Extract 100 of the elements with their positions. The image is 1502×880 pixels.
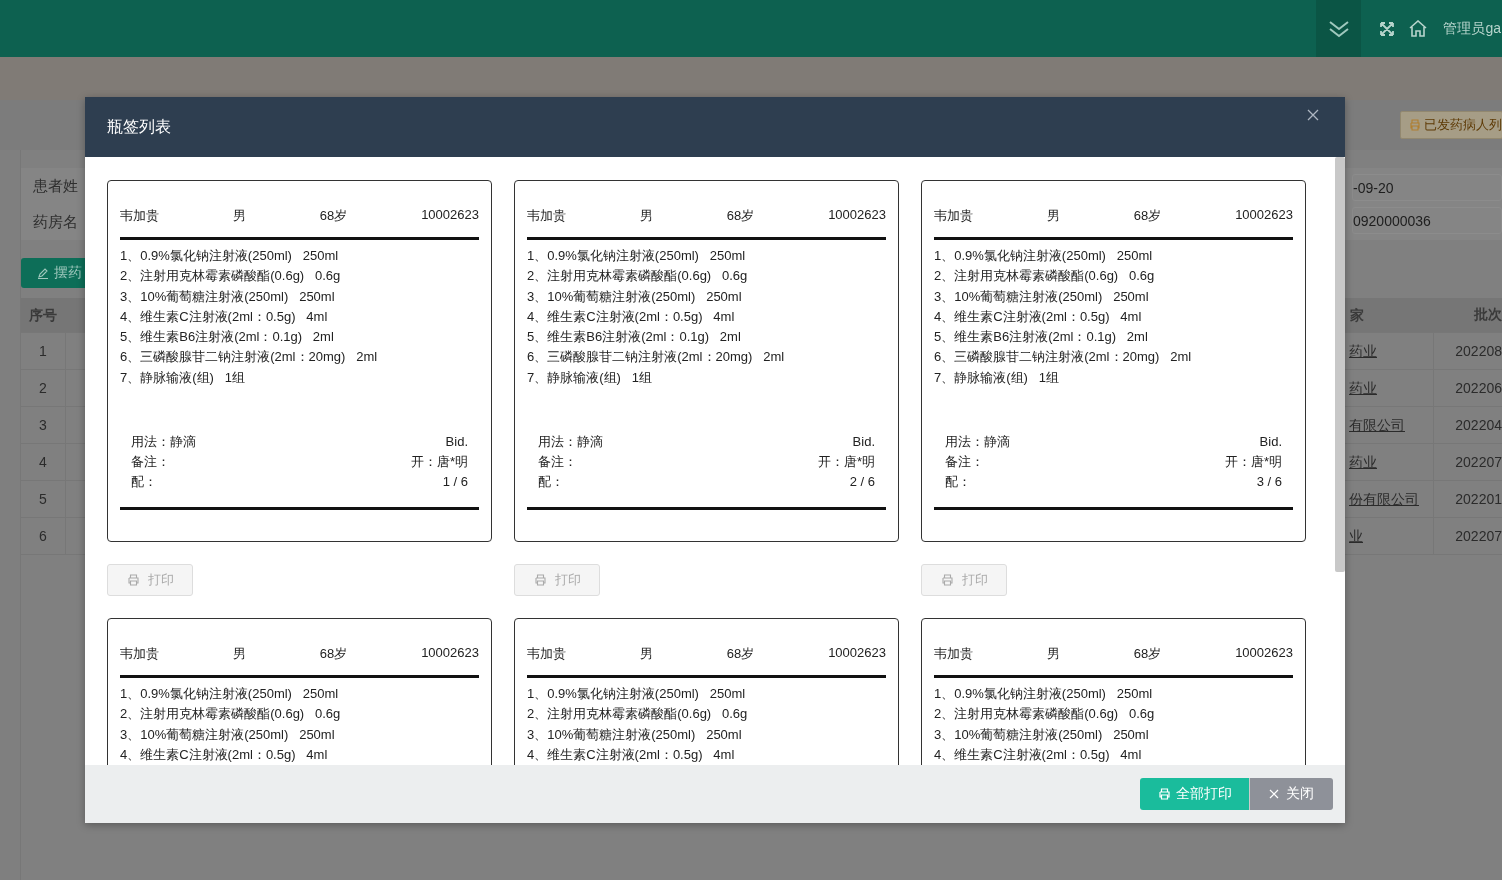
dispenser-label: 配： (945, 473, 971, 491)
patient-number: 10002623 (421, 207, 479, 224)
medicine-line: 4、维生素C注射液(2ml：0.5g) 4ml (527, 745, 736, 764)
printer-icon (1157, 788, 1171, 800)
column-header: 家 (1349, 306, 1365, 325)
patient-name: 韦加贵 (120, 645, 159, 663)
medicine-line: 4、维生素C注射液(2ml：0.5g) 4ml (120, 307, 329, 326)
medicine-line: 2、注射用克林霉素磷酸酯(0.6g) 0.6g (934, 705, 1156, 724)
patient-age: 68岁 (1133, 645, 1162, 663)
medicine-line: 5、维生素B6注射液(2ml：0.1g) 2ml (934, 328, 1149, 347)
usage-text: 用法：静滴 (538, 433, 603, 451)
medicine-line: 1、0.9%氯化钠注射液(250ml) 250ml (527, 685, 747, 703)
dialog-title: 瓶签列表 (107, 116, 171, 137)
medicine-line: 1、0.9%氯化钠注射液(250ml) 250ml (934, 685, 1154, 703)
medicine-line: 3、10%葡萄糖注射液(250ml) 250ml (527, 725, 743, 744)
close-icon (1269, 789, 1279, 799)
remark-label: 备注： (131, 453, 170, 471)
medicine-line: 3、10%葡萄糖注射液(250ml) 250ml (120, 287, 336, 306)
remark-label: 备注： (945, 453, 984, 471)
table-cell: 5 (21, 481, 66, 517)
medicine-line: 1、0.9%氯化钠注射液(250ml) 250ml (934, 247, 1154, 265)
user-name[interactable]: 管理员ga (1443, 19, 1501, 38)
medicine-line: 7、静脉输液(组) 1组 (934, 368, 1060, 387)
scrollbar[interactable] (1335, 157, 1345, 572)
table-cell: 3 (21, 407, 66, 443)
table-cell-text: 202204 (1454, 417, 1502, 433)
medicine-line: 3、10%葡萄糖注射液(250ml) 250ml (120, 725, 336, 744)
patient-name: 韦加贵 (527, 207, 566, 225)
medicine-line: 4、维生素C注射液(2ml：0.5g) 4ml (934, 745, 1143, 764)
home-icon[interactable] (1409, 20, 1428, 37)
frequency-text: Bid. (852, 433, 875, 451)
table-cell: 6 (21, 518, 66, 554)
table-cell-text: 202207 (1454, 454, 1502, 470)
medicine-line: 2、注射用克林霉素磷酸酯(0.6g) 0.6g (527, 267, 749, 286)
print-all-button[interactable]: 全部打印 (1140, 778, 1249, 810)
close-button[interactable]: 关闭 (1249, 778, 1333, 810)
usage-text: 用法：静滴 (945, 433, 1010, 451)
dispenser-label: 配： (131, 473, 157, 491)
patient-number: 10002623 (828, 645, 886, 662)
printer-icon (1409, 119, 1421, 131)
fullscreen-icon[interactable] (1379, 20, 1396, 37)
patient-number: 10002623 (1235, 645, 1293, 662)
patient-number: 10002623 (421, 645, 479, 662)
collapse-button[interactable] (1316, 0, 1362, 57)
prescriber-text: 开：唐*明 (817, 453, 875, 471)
patient-number: 10002623 (1235, 207, 1293, 224)
patient-age: 68岁 (319, 645, 348, 663)
patient-gender: 男 (639, 645, 653, 663)
medicine-line: 6、三磷酸腺苷二钠注射液(2ml：20mg) 2ml (527, 348, 786, 367)
table-cell-text: 202208 (1454, 343, 1502, 359)
printer-icon (126, 574, 140, 586)
table-cell: 1 (21, 333, 66, 369)
medicine-line: 6、三磷酸腺苷二钠注射液(2ml：20mg) 2ml (934, 348, 1193, 367)
column-header: 批次 (1473, 306, 1502, 324)
close-icon[interactable] (1307, 109, 1319, 121)
column-header: 序号 (28, 306, 58, 325)
medicine-line: 2、注射用克林霉素磷酸酯(0.6g) 0.6g (527, 705, 749, 724)
medicine-line: 2、注射用克林霉素磷酸酯(0.6g) 0.6g (120, 267, 342, 286)
table-cell-text: 202201 (1454, 491, 1502, 507)
patient-age: 68岁 (726, 207, 755, 225)
form-label: 患者姓 (33, 176, 78, 196)
page-count: 1 / 6 (442, 473, 468, 491)
table-cell-text: 202206 (1454, 380, 1502, 396)
page-count: 3 / 6 (1256, 473, 1282, 491)
form-label: 药房名 (33, 212, 78, 232)
page-count: 2 / 6 (849, 473, 875, 491)
patient-gender: 男 (1046, 207, 1060, 225)
medicine-line: 2、注射用克林霉素磷酸酯(0.6g) 0.6g (120, 705, 342, 724)
patient-number: 10002623 (828, 207, 886, 224)
medicine-line: 3、10%葡萄糖注射液(250ml) 250ml (934, 725, 1150, 744)
table-cell-text: 202207 (1454, 528, 1502, 544)
pencil-icon (37, 267, 49, 279)
medicine-line: 1、0.9%氯化钠注射液(250ml) 250ml (120, 247, 340, 265)
medicine-line: 5、维生素B6注射液(2ml：0.1g) 2ml (527, 328, 742, 347)
medicine-line: 7、静脉输液(组) 1组 (120, 368, 246, 387)
dispensed-list-button[interactable]: 已发药病人列 (1400, 111, 1502, 139)
medicine-line: 4、维生素C注射液(2ml：0.5g) 4ml (934, 307, 1143, 326)
patient-gender: 男 (639, 207, 653, 225)
patient-name: 韦加贵 (934, 207, 973, 225)
patient-age: 68岁 (319, 207, 348, 225)
remark-label: 备注： (538, 453, 577, 471)
printer-icon (533, 574, 547, 586)
patient-gender: 男 (232, 645, 246, 663)
table-cell: 4 (21, 444, 66, 480)
medicine-line: 4、维生素C注射液(2ml：0.5g) 4ml (120, 745, 329, 764)
input-field[interactable]: 0920000036 (1352, 207, 1502, 234)
medicine-line: 7、静脉输液(组) 1组 (527, 368, 653, 387)
patient-name: 韦加贵 (527, 645, 566, 663)
medicine-line: 3、10%葡萄糖注射液(250ml) 250ml (527, 287, 743, 306)
input-field[interactable]: -09-20 (1352, 174, 1502, 201)
frequency-text: Bid. (445, 433, 468, 451)
patient-gender: 男 (1046, 645, 1060, 663)
table-cell: 2 (21, 370, 66, 406)
prescriber-text: 开：唐*明 (410, 453, 468, 471)
patient-age: 68岁 (726, 645, 755, 663)
medicine-line: 1、0.9%氯化钠注射液(250ml) 250ml (527, 247, 747, 265)
patient-name: 韦加贵 (934, 645, 973, 663)
patient-gender: 男 (232, 207, 246, 225)
usage-text: 用法：静滴 (131, 433, 196, 451)
medicine-line: 5、维生素B6注射液(2ml：0.1g) 2ml (120, 328, 335, 347)
